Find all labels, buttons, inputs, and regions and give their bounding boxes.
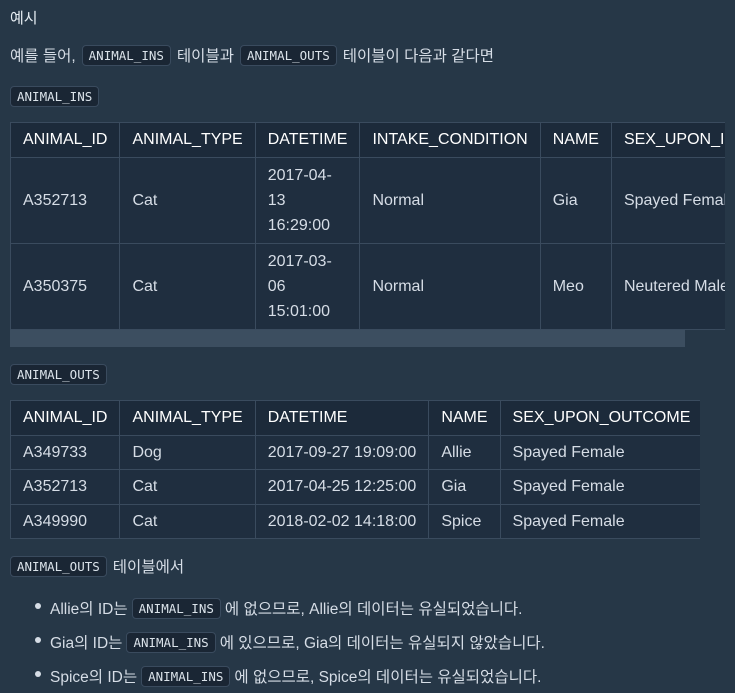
table-cell: 2017-04-13 16:29:00 bbox=[254, 157, 361, 244]
list-item: Allie의 ID는 ANIMAL_INS 에 없으므로, Allie의 데이터… bbox=[35, 591, 545, 625]
list-item-text-before: Spice의 ID는 bbox=[50, 669, 138, 686]
list-item-text-after: 에 있으므로, Gia의 데이터는 유실되지 않았습니다. bbox=[219, 635, 545, 652]
column-header: SEX_UPON_OUTCOME bbox=[499, 400, 700, 436]
intro-text-middle: 테이블과 bbox=[176, 48, 234, 65]
intro-code-ins: ANIMAL_INS bbox=[81, 44, 171, 66]
intro-text-after: 테이블이 다음과 같다면 bbox=[342, 48, 494, 65]
outs-table: ANIMAL_ID ANIMAL_TYPE DATETIME NAME SEX_… bbox=[10, 400, 700, 539]
intro-code-outs: ANIMAL_OUTS bbox=[239, 44, 337, 66]
ins-table: ANIMAL_ID ANIMAL_TYPE DATETIME INTAKE_CO… bbox=[10, 122, 725, 330]
outs-table-container: ANIMAL_ID ANIMAL_TYPE DATETIME NAME SEX_… bbox=[10, 400, 700, 539]
table-cell: Dog bbox=[119, 435, 256, 470]
horizontal-scrollbar[interactable] bbox=[10, 330, 685, 347]
table-row: A352713 Cat 2017-04-25 12:25:00 Gia Spay… bbox=[10, 469, 700, 505]
outs-note-code: ANIMAL_OUTS bbox=[10, 555, 107, 577]
table-cell: Spayed Female bbox=[610, 157, 725, 244]
column-header: NAME bbox=[539, 122, 612, 158]
table-header-row: ANIMAL_ID ANIMAL_TYPE DATETIME NAME SEX_… bbox=[10, 400, 700, 436]
bullet-icon bbox=[35, 671, 41, 677]
table-cell: Allie bbox=[428, 435, 501, 470]
table-cell: 2018-02-02 14:18:00 bbox=[254, 504, 430, 539]
column-header: INTAKE_CONDITION bbox=[359, 122, 541, 158]
table-cell: Spayed Female bbox=[499, 435, 700, 470]
explanation-list: Allie의 ID는 ANIMAL_INS 에 없으므로, Allie의 데이터… bbox=[35, 591, 545, 693]
list-item-text-after: 에 없으므로, Spice의 데이터는 유실되었습니다. bbox=[234, 669, 542, 686]
table-cell: A350375 bbox=[10, 243, 121, 330]
table-cell: Normal bbox=[359, 157, 541, 244]
bullet-icon bbox=[35, 637, 41, 643]
list-item-code: ANIMAL_INS bbox=[131, 597, 221, 619]
list-item: Gia의 ID는 ANIMAL_INS 에 있으므로, Gia의 데이터는 유실… bbox=[35, 625, 545, 659]
table-cell: Spayed Female bbox=[499, 504, 700, 539]
ins-table-container[interactable]: ANIMAL_ID ANIMAL_TYPE DATETIME INTAKE_CO… bbox=[10, 122, 725, 330]
table-cell: A349733 bbox=[10, 435, 121, 470]
problem-description: 예시 예를 들어, ANIMAL_INS 테이블과 ANIMAL_OUTS 테이… bbox=[0, 0, 735, 692]
table-row: A349733 Dog 2017-09-27 19:09:00 Allie Sp… bbox=[10, 435, 700, 470]
list-item-text-after: 에 없으므로, Allie의 데이터는 유실되었습니다. bbox=[224, 601, 523, 618]
column-header: ANIMAL_ID bbox=[10, 400, 121, 436]
outs-note-text: 테이블에서 bbox=[112, 559, 185, 576]
table-cell: Cat bbox=[119, 469, 256, 505]
intro-text-before: 예를 들어, bbox=[10, 48, 76, 65]
table-cell: Cat bbox=[119, 504, 256, 539]
column-header: ANIMAL_TYPE bbox=[119, 400, 256, 436]
column-header: SEX_UPON_INTAKE bbox=[610, 122, 725, 158]
list-item: Spice의 ID는 ANIMAL_INS 에 없으므로, Spice의 데이터… bbox=[35, 659, 545, 693]
column-header: ANIMAL_ID bbox=[10, 122, 121, 158]
column-header: DATETIME bbox=[254, 400, 430, 436]
table-cell: Gia bbox=[428, 469, 501, 505]
table-cell: 2017-04-25 12:25:00 bbox=[254, 469, 430, 505]
section-heading: 예시 bbox=[10, 10, 38, 27]
table-cell: 2017-03-06 15:01:00 bbox=[254, 243, 361, 330]
column-header: DATETIME bbox=[254, 122, 361, 158]
table-cell: Spice bbox=[428, 504, 501, 539]
column-header: ANIMAL_TYPE bbox=[119, 122, 256, 158]
table-header-row: ANIMAL_ID ANIMAL_TYPE DATETIME INTAKE_CO… bbox=[10, 122, 725, 158]
list-item-text-before: Gia의 ID는 bbox=[50, 635, 123, 652]
table-cell: A352713 bbox=[10, 469, 121, 505]
outs-table-label: ANIMAL_OUTS bbox=[10, 364, 107, 385]
outs-note: ANIMAL_OUTS 테이블에서 bbox=[10, 555, 184, 577]
table-cell: Gia bbox=[539, 157, 612, 244]
table-cell: Neutered Male bbox=[610, 243, 725, 330]
ins-table-label: ANIMAL_INS bbox=[10, 86, 100, 107]
table-cell: Cat bbox=[119, 243, 256, 330]
list-item-code: ANIMAL_INS bbox=[126, 631, 216, 653]
list-item-text-before: Allie의 ID는 bbox=[50, 601, 128, 618]
table-row: A352713 Cat 2017-04-13 16:29:00 Normal G… bbox=[10, 157, 725, 244]
table-cell: Meo bbox=[539, 243, 612, 330]
table-cell: A352713 bbox=[10, 157, 121, 244]
table-cell: 2017-09-27 19:09:00 bbox=[254, 435, 430, 470]
list-item-code: ANIMAL_INS bbox=[141, 665, 231, 687]
table-row: A349990 Cat 2018-02-02 14:18:00 Spice Sp… bbox=[10, 504, 700, 539]
table-cell: A349990 bbox=[10, 504, 121, 539]
table-cell: Spayed Female bbox=[499, 469, 700, 505]
table-cell: Cat bbox=[119, 157, 256, 244]
table-cell: Normal bbox=[359, 243, 541, 330]
intro-paragraph: 예를 들어, ANIMAL_INS 테이블과 ANIMAL_OUTS 테이블이 … bbox=[10, 44, 494, 66]
table-row: A350375 Cat 2017-03-06 15:01:00 Normal M… bbox=[10, 243, 725, 330]
bullet-icon bbox=[35, 603, 41, 609]
column-header: NAME bbox=[428, 400, 501, 436]
